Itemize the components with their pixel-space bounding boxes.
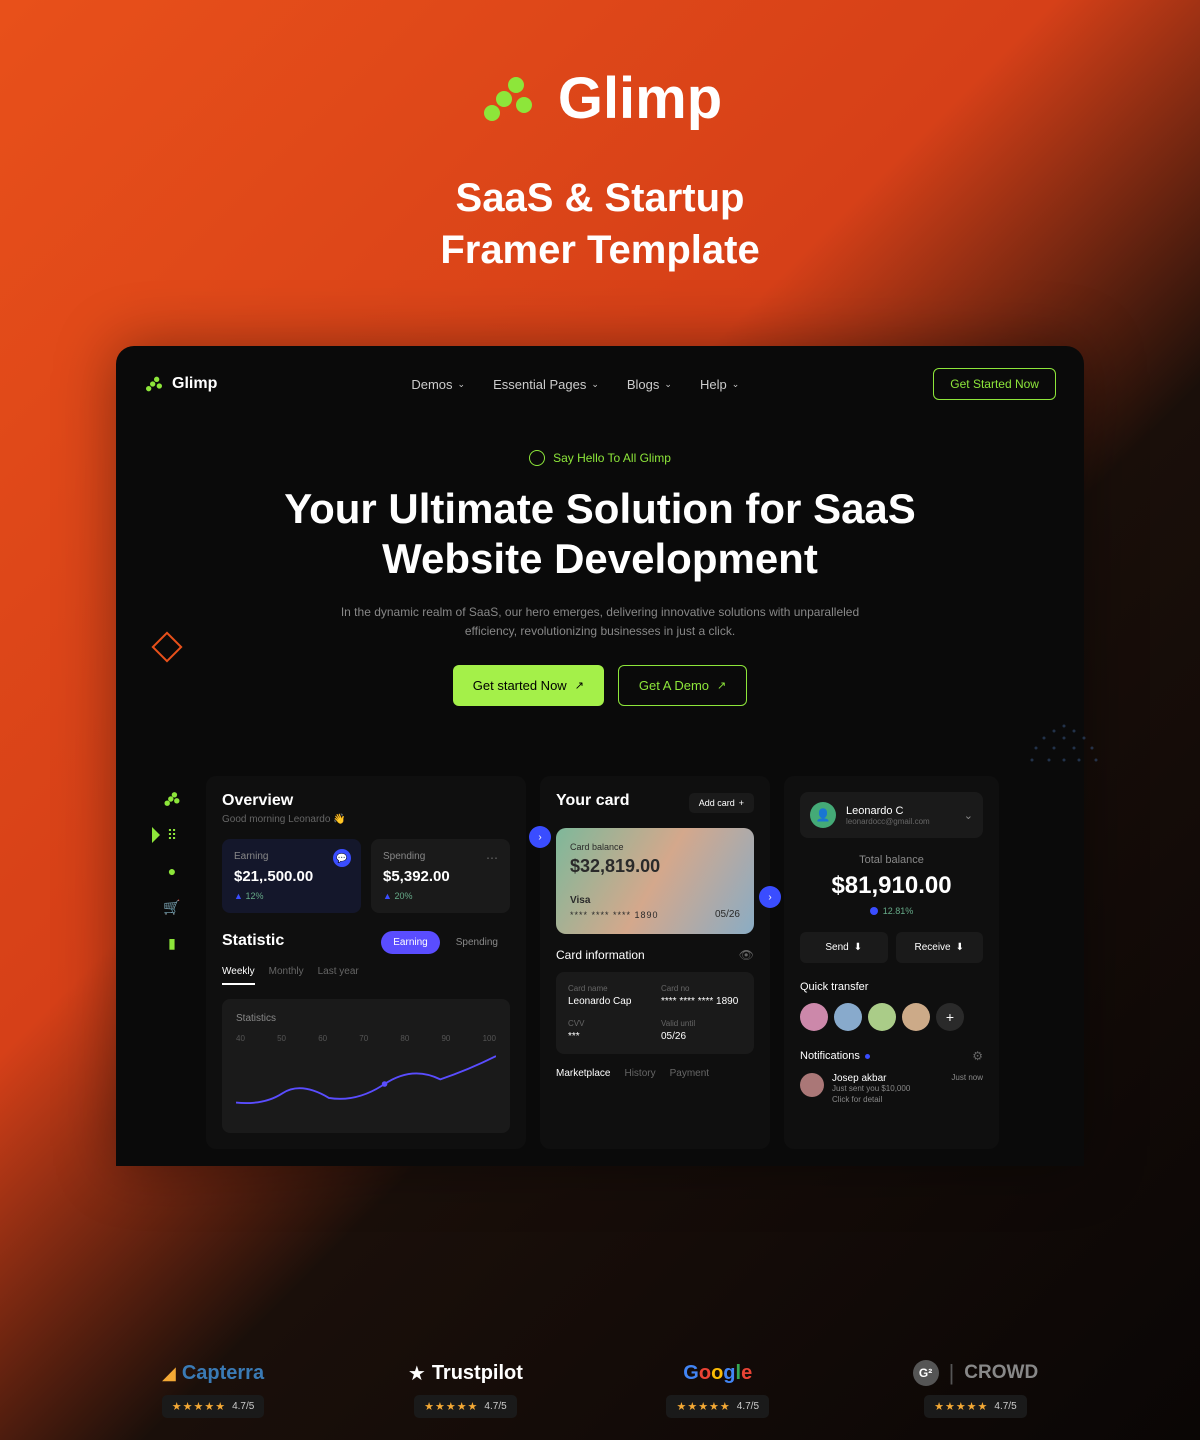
sidebar-item-dashboard[interactable]: ⠿ bbox=[163, 826, 181, 844]
carousel-next-button[interactable]: › bbox=[759, 886, 781, 908]
tab-marketplace[interactable]: Marketplace bbox=[556, 1068, 610, 1079]
browser-mockup: Glimp Demos⌄ Essential Pages⌄ Blogs⌄ Hel… bbox=[116, 346, 1084, 1166]
download-icon: ⬇ bbox=[854, 942, 862, 953]
receive-button[interactable]: Receive ⬇ bbox=[896, 932, 984, 963]
plus-icon: + bbox=[739, 798, 744, 808]
review-g2crowd: G²|CROWD ★★★★★4.7/5 bbox=[913, 1359, 1039, 1418]
brand-logo: Glimp bbox=[478, 65, 722, 132]
tab-weekly[interactable]: Weekly bbox=[222, 966, 255, 985]
star-rating-icon: ★★★★★ bbox=[676, 1400, 730, 1413]
dashboard-sidebar: ⠿ ● 🛒 ▮ bbox=[152, 776, 192, 1149]
tab-last-year[interactable]: Last year bbox=[318, 966, 359, 985]
chat-icon: 💬 bbox=[333, 849, 351, 867]
chevron-down-icon: ⌄ bbox=[458, 379, 466, 390]
overview-panel: Overview Good morning Leonardo 👋 💬 Earni… bbox=[206, 776, 526, 1149]
promo-hero: Glimp SaaS & Startup Framer Template bbox=[0, 0, 1200, 306]
tab-spending[interactable]: Spending bbox=[444, 931, 510, 954]
review-logos: ◢Capterra ★★★★★4.7/5 ★Trustpilot ★★★★★4.… bbox=[0, 1359, 1200, 1418]
glimp-logo-icon bbox=[144, 374, 164, 394]
glimp-logo-icon bbox=[478, 69, 538, 129]
nav-item-essential-pages[interactable]: Essential Pages⌄ bbox=[493, 377, 599, 392]
eyebrow-badge: Say Hello To All Glimp bbox=[529, 450, 671, 466]
nav-item-blogs[interactable]: Blogs⌄ bbox=[627, 377, 672, 392]
unread-dot-icon bbox=[865, 1054, 870, 1059]
star-rating-icon: ★★★★★ bbox=[424, 1400, 478, 1413]
earning-card[interactable]: 💬 Earning $21,.500.00 ▲ 12% bbox=[222, 839, 361, 913]
gear-icon[interactable]: ⚙ bbox=[972, 1049, 983, 1063]
site-nav: Glimp Demos⌄ Essential Pages⌄ Blogs⌄ Hel… bbox=[144, 368, 1056, 400]
tab-history[interactable]: History bbox=[624, 1068, 655, 1079]
statistics-chart: Statistics 40 50 60 70 80 90 100 bbox=[222, 999, 510, 1133]
dashboard-preview: ⠿ ● 🛒 ▮ Overview Good morning Leonardo 👋… bbox=[144, 776, 999, 1149]
tagline: SaaS & Startup Framer Template bbox=[0, 172, 1200, 276]
get-started-button[interactable]: Get started Now↗ bbox=[453, 665, 604, 706]
sidebar-item-chat[interactable]: ● bbox=[163, 862, 181, 880]
avatar bbox=[800, 1073, 824, 1097]
your-card-panel: › › Your card Add card + Card balance $3… bbox=[540, 776, 770, 1149]
chevron-down-icon: ⌄ bbox=[664, 379, 672, 390]
total-balance-label: Total balance bbox=[800, 854, 983, 866]
quick-transfer-title: Quick transfer bbox=[800, 981, 983, 993]
trustpilot-icon: ★ bbox=[408, 1361, 426, 1386]
nav-item-demos[interactable]: Demos⌄ bbox=[411, 377, 465, 392]
your-card-title: Your card bbox=[556, 792, 630, 810]
tab-payment[interactable]: Payment bbox=[670, 1068, 709, 1079]
transfer-contact-avatar[interactable] bbox=[868, 1003, 896, 1031]
trend-dot-icon bbox=[870, 907, 878, 915]
g2-icon: G² bbox=[913, 1360, 939, 1386]
get-demo-button[interactable]: Get A Demo↗ bbox=[618, 665, 747, 706]
eye-off-icon[interactable]: 👁 bbox=[739, 948, 754, 962]
chevron-down-icon: ⌄ bbox=[732, 379, 740, 390]
send-button[interactable]: Send ⬇ bbox=[800, 932, 888, 963]
user-dropdown[interactable]: 👤 Leonardo C leonardocc@gmail.com ⌄ bbox=[800, 792, 983, 838]
add-card-button[interactable]: Add card + bbox=[689, 793, 754, 813]
spending-card[interactable]: ⋯ Spending $5,392.00 ▲ 20% bbox=[371, 839, 510, 913]
card-info-title: Card information bbox=[556, 948, 645, 962]
total-balance-value: $81,910.00 bbox=[800, 872, 983, 900]
add-contact-button[interactable]: + bbox=[936, 1003, 964, 1031]
tab-earning[interactable]: Earning bbox=[381, 931, 439, 954]
review-google: Google ★★★★★4.7/5 bbox=[666, 1359, 769, 1418]
tab-monthly[interactable]: Monthly bbox=[269, 966, 304, 985]
more-icon[interactable]: ⋯ bbox=[486, 851, 498, 865]
landing-hero: Say Hello To All Glimp Your Ultimate Sol… bbox=[144, 450, 1056, 706]
sidebar-item-cart[interactable]: 🛒 bbox=[163, 898, 181, 916]
download-icon: ⬇ bbox=[956, 942, 964, 953]
star-rating-icon: ★★★★★ bbox=[172, 1400, 226, 1413]
transfer-contact-avatar[interactable] bbox=[800, 1003, 828, 1031]
credit-card[interactable]: Card balance $32,819.00 Visa **** **** *… bbox=[556, 828, 754, 934]
overview-title: Overview bbox=[222, 792, 510, 810]
google-logo: Google bbox=[683, 1362, 752, 1385]
chevron-down-icon: ⌄ bbox=[591, 379, 599, 390]
chevron-down-icon: ⌄ bbox=[964, 809, 973, 822]
line-chart bbox=[236, 1049, 496, 1119]
page-title: Your Ultimate Solution for SaaS Website … bbox=[144, 484, 1056, 585]
greeting-text: Good morning Leonardo 👋 bbox=[222, 814, 510, 825]
carousel-prev-button[interactable]: › bbox=[529, 826, 551, 848]
transfer-contact-avatar[interactable] bbox=[902, 1003, 930, 1031]
notifications-title: Notifications bbox=[800, 1050, 860, 1062]
nav-menu: Demos⌄ Essential Pages⌄ Blogs⌄ Help⌄ bbox=[411, 377, 739, 392]
get-started-button[interactable]: Get Started Now bbox=[933, 368, 1056, 400]
account-panel: 👤 Leonardo C leonardocc@gmail.com ⌄ Tota… bbox=[784, 776, 999, 1149]
brand-name: Glimp bbox=[558, 65, 722, 132]
review-capterra: ◢Capterra ★★★★★4.7/5 bbox=[162, 1359, 265, 1418]
badge-icon bbox=[529, 450, 545, 466]
page-subtitle: In the dynamic realm of SaaS, our hero e… bbox=[340, 603, 860, 641]
sidebar-logo-icon bbox=[163, 790, 181, 808]
dots-decoration bbox=[1014, 716, 1114, 816]
card-info-box: Card nameLeonardo Cap Card no**** **** *… bbox=[556, 972, 754, 1054]
sidebar-item-wallet[interactable]: ▮ bbox=[163, 934, 181, 952]
avatar: 👤 bbox=[810, 802, 836, 828]
arrow-icon: ↗ bbox=[717, 679, 726, 692]
capterra-icon: ◢ bbox=[162, 1363, 176, 1384]
transfer-contact-avatar[interactable] bbox=[834, 1003, 862, 1031]
star-rating-icon: ★★★★★ bbox=[934, 1400, 988, 1413]
arrow-icon: ↗ bbox=[575, 679, 584, 692]
notification-item[interactable]: Josep akbar Just sent you $10,000 Click … bbox=[800, 1073, 983, 1104]
nav-logo[interactable]: Glimp bbox=[144, 374, 217, 394]
nav-item-help[interactable]: Help⌄ bbox=[700, 377, 739, 392]
statistic-title: Statistic bbox=[222, 932, 284, 950]
review-trustpilot: ★Trustpilot ★★★★★4.7/5 bbox=[408, 1359, 523, 1418]
